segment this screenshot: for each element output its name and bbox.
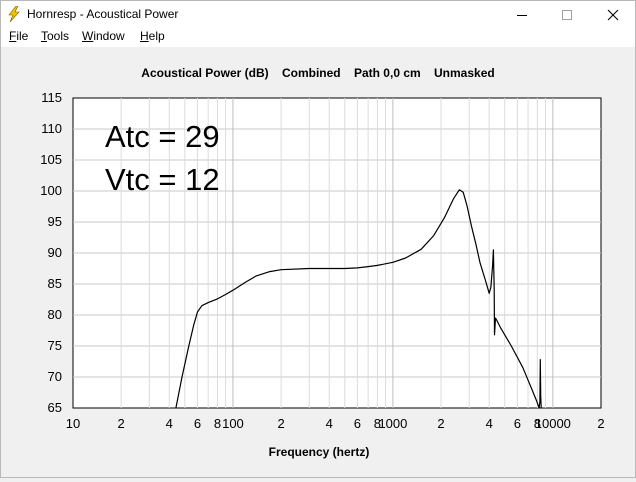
y-tick-label: 95: [48, 214, 62, 229]
x-tick-label: 2: [597, 416, 604, 431]
y-axis-ticks: 115 110 105 100 95 90 85 80 75 70 65: [40, 90, 62, 415]
x-tick-label: 6: [194, 416, 201, 431]
x-axis-label: Frequency (hertz): [269, 445, 370, 459]
y-tick-label: 80: [48, 307, 62, 322]
x-tick-label: 1000: [378, 416, 407, 431]
close-button[interactable]: [590, 1, 636, 28]
acoustical-power-chart: Acoustical Power (dB) Combined Path 0,0 …: [40, 66, 605, 459]
x-tick-label: 6: [354, 416, 361, 431]
app-window: Hornresp - Acoustical Power File Tools W…: [0, 0, 636, 478]
x-tick-label: 10: [66, 416, 80, 431]
title-bar[interactable]: Hornresp - Acoustical Power: [1, 1, 635, 28]
y-tick-label: 115: [41, 90, 62, 105]
x-tick-label: 8: [214, 416, 221, 431]
y-tick-label: 110: [41, 121, 62, 136]
x-tick-label: 10000: [535, 416, 571, 431]
x-tick-label: 100: [222, 416, 244, 431]
x-tick-label: 4: [166, 416, 173, 431]
menu-bar: File Tools Window Help: [1, 28, 635, 47]
x-tick-label: 6: [514, 416, 521, 431]
lightning-bolt-icon: [8, 6, 20, 22]
menu-window[interactable]: Window: [82, 29, 125, 43]
x-tick-label: 2: [437, 416, 444, 431]
window-title: Hornresp - Acoustical Power: [27, 7, 179, 21]
maximize-icon: [562, 9, 572, 20]
y-tick-label: 85: [48, 276, 62, 291]
y-tick-label: 75: [48, 338, 62, 353]
y-tick-label: 100: [40, 183, 62, 198]
annotation-atc: Atc = 29: [105, 119, 220, 154]
x-tick-label: 4: [486, 416, 493, 431]
menu-file[interactable]: File: [9, 29, 28, 43]
y-tick-label: 65: [48, 400, 62, 415]
minimize-button[interactable]: [499, 1, 545, 28]
menu-help[interactable]: Help: [140, 29, 165, 43]
close-icon: [607, 9, 619, 20]
y-tick-label: 105: [40, 152, 62, 167]
maximize-button[interactable]: [544, 1, 590, 28]
x-tick-label: 2: [118, 416, 125, 431]
x-axis-ticks: 10 2 4 6 8 100 2 4 6 81000 2 4 6 810000 2: [66, 416, 605, 431]
minimize-icon: [517, 14, 527, 16]
x-tick-label: 4: [326, 416, 333, 431]
chart-title: Acoustical Power (dB) Combined Path 0,0 …: [141, 66, 494, 80]
x-tick-label: 2: [277, 416, 284, 431]
chart-panel: Acoustical Power (dB) Combined Path 0,0 …: [1, 47, 635, 477]
y-tick-label: 70: [48, 369, 62, 384]
annotation-vtc: Vtc = 12: [105, 162, 220, 197]
menu-tools[interactable]: Tools: [41, 29, 69, 43]
y-tick-label: 90: [48, 245, 62, 260]
